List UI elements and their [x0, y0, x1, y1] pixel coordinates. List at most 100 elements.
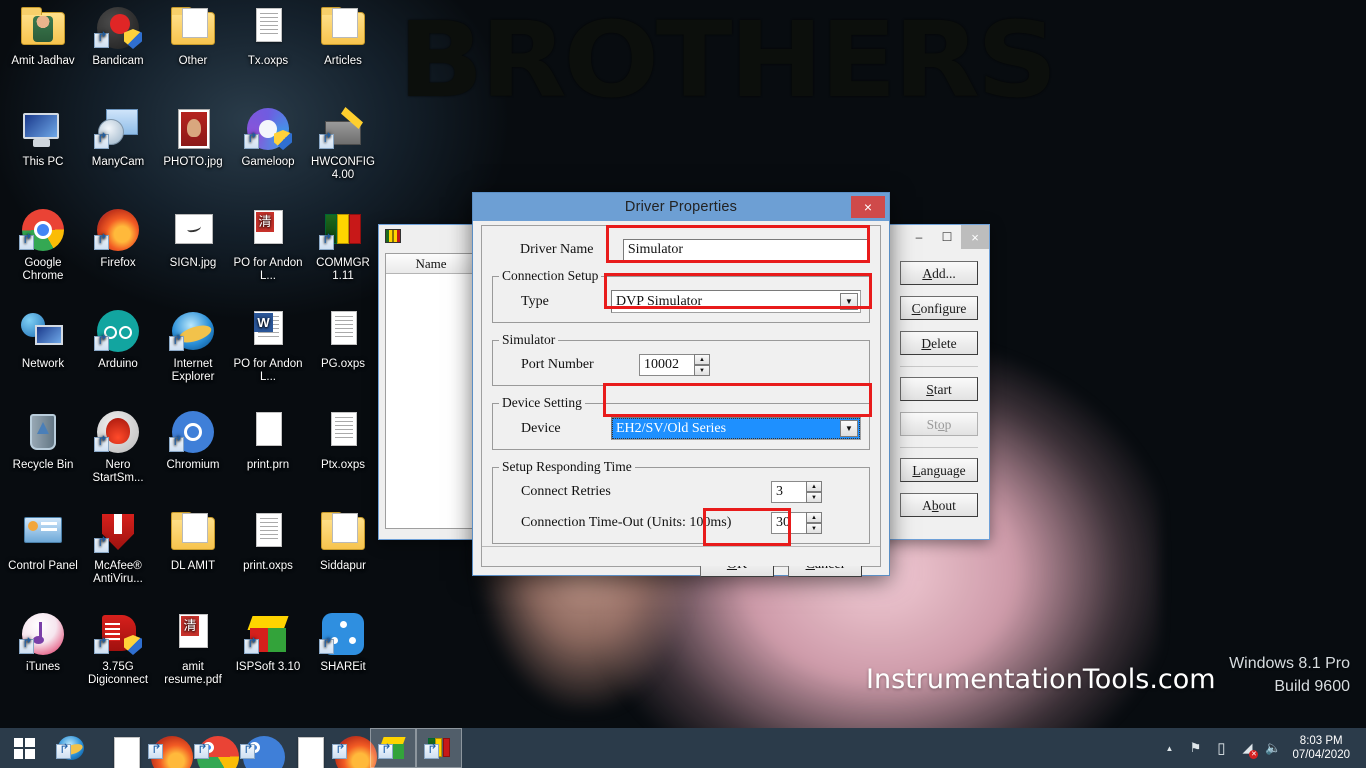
- connection-type-dropdown[interactable]: DVP Simulator ▼: [611, 290, 861, 313]
- show-hidden-icons-arrow[interactable]: ▲: [1156, 728, 1182, 768]
- maximize-button[interactable]: ☐: [933, 225, 961, 249]
- desktop-icon[interactable]: Gameloop: [231, 105, 305, 169]
- connection-timeout-stepper[interactable]: 30 ▲ ▼: [771, 512, 822, 534]
- spinner-up-icon[interactable]: ▲: [694, 354, 710, 365]
- desktop-icon[interactable]: ISPSoft 3.10: [231, 610, 305, 674]
- connect-retries-spinner[interactable]: ▲ ▼: [806, 481, 822, 503]
- connection-timeout-spinner[interactable]: ▲ ▼: [806, 512, 822, 534]
- desktop-icon-label: Firefox: [100, 257, 136, 269]
- volume-icon[interactable]: 🔈: [1260, 728, 1286, 768]
- desktop-icon[interactable]: Bandicam: [81, 4, 155, 68]
- desktop-icon[interactable]: DL AMIT: [156, 509, 230, 573]
- xps-document-icon: [244, 509, 292, 557]
- port-number-row: Port Number 10002 ▲ ▼: [501, 354, 861, 376]
- responding-time-legend: Setup Responding Time: [502, 459, 632, 474]
- device-dropdown[interactable]: EH2/SV/Old Series ▼: [611, 417, 861, 440]
- start-button-commgr[interactable]: Start: [900, 377, 978, 401]
- pdf-document-icon: 清: [169, 610, 217, 658]
- windows-start-icon[interactable]: [0, 728, 48, 768]
- about-button[interactable]: About: [900, 493, 978, 517]
- desktop-icon[interactable]: 清 PO for Andon L...: [231, 206, 305, 283]
- desktop-icon[interactable]: Nero StartSm...: [81, 408, 155, 485]
- action-center-flag-icon[interactable]: ⚑: [1182, 728, 1208, 768]
- stop-button: Stop: [900, 412, 978, 436]
- desktop-icon-label: Arduino: [98, 358, 138, 370]
- spinner-down-icon[interactable]: ▼: [806, 523, 822, 534]
- spinner-down-icon[interactable]: ▼: [694, 365, 710, 376]
- chevron-down-icon[interactable]: ▼: [840, 420, 858, 437]
- desktop-icon[interactable]: Siddapur: [306, 509, 380, 573]
- desktop-icon[interactable]: print.oxps: [231, 509, 305, 573]
- spinner-up-icon[interactable]: ▲: [806, 512, 822, 523]
- desktop-icon[interactable]: This PC: [6, 105, 80, 169]
- driver-list-column-name[interactable]: Name: [386, 254, 476, 274]
- desktop-icon[interactable]: Ptx.oxps: [306, 408, 380, 472]
- desktop-icon[interactable]: Control Panel: [6, 509, 80, 573]
- desktop-icon[interactable]: McAfee® AntiViru...: [81, 509, 155, 586]
- taskbar-item[interactable]: [278, 728, 324, 768]
- desktop-icon-label: ManyCam: [91, 156, 145, 168]
- desktop-icon[interactable]: Firefox: [81, 206, 155, 270]
- connect-retries-stepper[interactable]: 3 ▲ ▼: [771, 481, 822, 503]
- desktop-icon[interactable]: Articles: [306, 4, 380, 68]
- desktop-icon[interactable]: Internet Explorer: [156, 307, 230, 384]
- desktop-icon[interactable]: Google Chrome: [6, 206, 80, 283]
- network-error-icon[interactable]: ◢ ✕: [1234, 728, 1260, 768]
- shortcut-overlay-icon: [424, 744, 439, 759]
- taskbar-item[interactable]: [416, 728, 462, 768]
- desktop-icon[interactable]: print.prn: [231, 408, 305, 472]
- desktop-icon[interactable]: 3.75G Digiconnect: [81, 610, 155, 687]
- desktop-icon[interactable]: ManyCam: [81, 105, 155, 169]
- taskbar-item[interactable]: [232, 728, 285, 768]
- driver-list[interactable]: Name: [385, 253, 477, 529]
- shortcut-overlay-icon: [378, 744, 393, 759]
- desktop-icon[interactable]: W PO for Andon L...: [231, 307, 305, 384]
- delete-button[interactable]: Delete: [900, 331, 978, 355]
- minimize-button[interactable]: –: [905, 225, 933, 249]
- desktop-icon-label: 3.75G Digiconnect: [87, 661, 149, 686]
- spinner-down-icon[interactable]: ▼: [806, 492, 822, 503]
- port-number-value: 10002: [644, 357, 679, 372]
- taskbar-item[interactable]: [140, 728, 193, 768]
- desktop-icon[interactable]: Tx.oxps: [231, 4, 305, 68]
- taskbar-item[interactable]: [48, 728, 94, 768]
- desktop-icon[interactable]: iTunes: [6, 610, 80, 674]
- driver-name-input[interactable]: Simulator: [622, 239, 870, 261]
- desktop-icon[interactable]: Network: [6, 307, 80, 371]
- desktop-icon[interactable]: COMMGR 1.11: [306, 206, 380, 283]
- taskbar-item[interactable]: [324, 728, 377, 768]
- add-button[interactable]: Add...: [900, 261, 978, 285]
- desktop-icon-label: PG.oxps: [320, 358, 366, 370]
- configure-button[interactable]: Configure: [900, 296, 978, 320]
- spinner-up-icon[interactable]: ▲: [806, 481, 822, 492]
- language-button[interactable]: Language: [900, 458, 978, 482]
- port-number-spinner[interactable]: ▲ ▼: [694, 354, 710, 376]
- driver-properties-dialog[interactable]: Driver Properties × Driver Name Simulato…: [472, 192, 890, 577]
- desktop-icon[interactable]: Arduino: [81, 307, 155, 371]
- clock[interactable]: 8:03 PM 07/04/2020: [1286, 734, 1360, 762]
- close-button[interactable]: ×: [961, 225, 989, 249]
- taskbar-item[interactable]: [186, 728, 239, 768]
- taskbar-item[interactable]: [370, 728, 416, 768]
- battery-icon[interactable]: ▯: [1208, 728, 1234, 768]
- desktop: BROTHERS Amit Jadhav Bandicam Other Tx.oxps…: [0, 0, 1366, 768]
- connect-retries-label: Connect Retries: [521, 484, 611, 499]
- desktop-icon[interactable]: PG.oxps: [306, 307, 380, 371]
- taskbar-item[interactable]: [94, 728, 140, 768]
- desktop-icon-label: Nero StartSm...: [92, 459, 144, 484]
- desktop-icon[interactable]: Amit Jadhav: [6, 4, 80, 68]
- desktop-icon[interactable]: Other: [156, 4, 230, 68]
- port-number-stepper[interactable]: 10002 ▲ ▼: [639, 354, 710, 376]
- desktop-icon[interactable]: 清 amit resume.pdf: [156, 610, 230, 687]
- desktop-icon[interactable]: Chromium: [156, 408, 230, 472]
- chevron-down-icon[interactable]: ▼: [840, 293, 858, 310]
- dialog-title-bar[interactable]: Driver Properties ×: [473, 193, 889, 221]
- dialog-body: Driver Name Simulator Connection Setup T…: [481, 225, 881, 577]
- desktop-icon[interactable]: HWCONFIG 4.00: [306, 105, 380, 182]
- desktop-icon[interactable]: SIGN.jpg: [156, 206, 230, 270]
- signature-image-icon: [169, 206, 217, 254]
- desktop-icon[interactable]: PHOTO.jpg: [156, 105, 230, 169]
- desktop-icon[interactable]: SHAREit: [306, 610, 380, 674]
- desktop-icon[interactable]: Recycle Bin: [6, 408, 80, 472]
- close-icon[interactable]: ×: [851, 196, 885, 218]
